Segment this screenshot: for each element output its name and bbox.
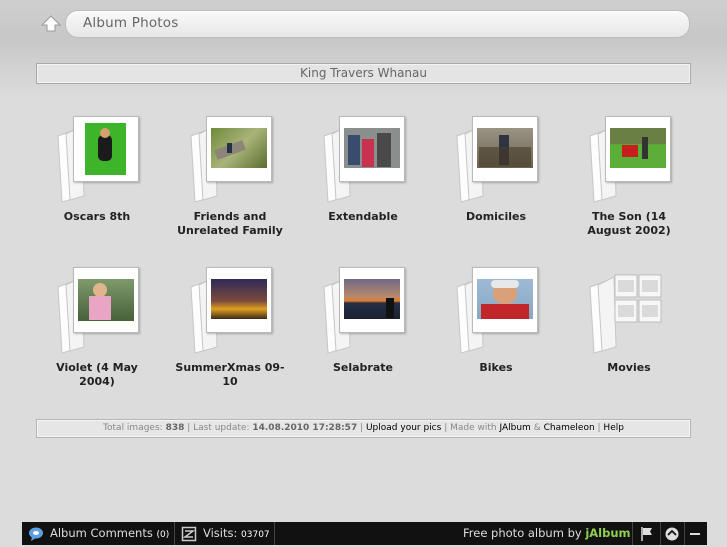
divider: [660, 522, 661, 545]
album-thumbnail: [472, 116, 538, 182]
divider: [174, 522, 175, 545]
album-item-selabrate[interactable]: Selabrate: [296, 265, 431, 405]
share-icon[interactable]: [664, 526, 680, 542]
album-label: Domiciles: [466, 210, 526, 223]
divider: [274, 522, 275, 545]
album-label: Oscars 8th: [63, 210, 131, 223]
album-thumbnail: [339, 267, 405, 333]
divider: [684, 522, 685, 545]
album-item-extendable[interactable]: Extendable: [296, 114, 431, 254]
album-subtitle: King Travers Whanau: [36, 63, 691, 84]
upload-link[interactable]: Upload your pics: [366, 423, 441, 433]
album-label: Friends and Unrelated Family: [177, 210, 283, 237]
visits-counter: Visits: 03707: [203, 526, 270, 540]
album-item-domiciles[interactable]: Domiciles: [429, 114, 564, 254]
jalbum-promo-link[interactable]: Free photo album by jAlbum: [463, 522, 631, 545]
divider: [632, 522, 633, 545]
album-comments-button[interactable]: Album Comments (0): [50, 522, 169, 545]
speech-bubble-icon[interactable]: [28, 526, 44, 542]
last-update-value: 14.08.2010 17:28:57: [252, 423, 358, 433]
album-info-bar: Total images: 838 | Last update: 14.08.2…: [36, 419, 691, 438]
total-images-value: 838: [165, 423, 185, 433]
album-item-movies[interactable]: Movies: [562, 265, 697, 405]
chameleon-link[interactable]: Chameleon: [544, 423, 595, 433]
album-item-violet[interactable]: Violet (4 May 2004): [30, 265, 165, 405]
album-thumbnail: [206, 116, 272, 182]
album-thumbnail: [73, 267, 139, 333]
album-item-friends-and-unrelated-family[interactable]: Friends and Unrelated Family: [163, 114, 298, 254]
album-label: Violet (4 May 2004): [56, 361, 138, 388]
minimize-icon[interactable]: [687, 526, 703, 542]
jalbum-link[interactable]: JAlbum: [499, 423, 530, 433]
folder-icon: [589, 274, 662, 354]
album-thumbnail: [339, 116, 405, 182]
album-title: Album Photos: [83, 15, 179, 31]
album-item-the-son[interactable]: The Son (14 August 2002): [562, 114, 697, 254]
album-label: Movies: [607, 361, 651, 374]
flag-icon[interactable]: [639, 526, 655, 542]
bottom-toolbar: Album Comments (0) Visits: 03707 Free ph…: [22, 522, 707, 545]
album-item-bikes[interactable]: Bikes: [429, 265, 564, 405]
up-arrow-icon[interactable]: [40, 14, 62, 36]
help-link[interactable]: Help: [603, 423, 624, 433]
album-thumbnail: [472, 267, 538, 333]
album-label: SummerXmas 09- 10: [175, 361, 285, 388]
album-title-bar: Album Photos: [65, 10, 690, 38]
album-thumbnail: [206, 267, 272, 333]
album-label: Bikes: [479, 361, 513, 374]
counter-icon: [181, 526, 197, 542]
album-thumbnail: [73, 116, 139, 182]
album-label: The Son (14 August 2002): [587, 210, 671, 237]
album-label: Selabrate: [332, 361, 394, 374]
album-item-summerxmas[interactable]: SummerXmas 09- 10: [163, 265, 298, 405]
album-thumbnail: [605, 116, 671, 182]
album-label: Extendable: [328, 210, 398, 223]
album-item-oscars-8th[interactable]: Oscars 8th: [30, 114, 165, 254]
